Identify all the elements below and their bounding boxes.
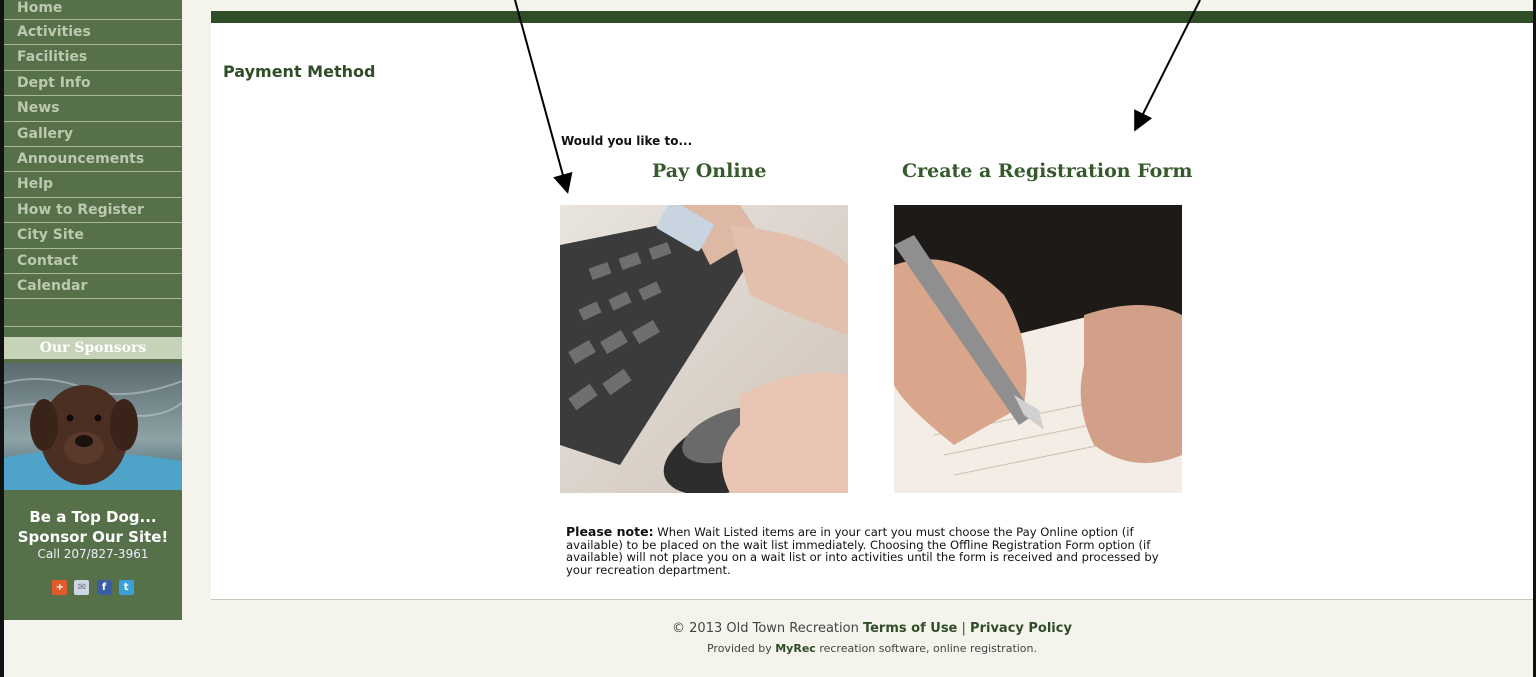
facebook-icon[interactable]: f [96,580,112,596]
twitter-icon[interactable]: t [118,580,134,596]
footer-line-2: Provided by MyRec recreation software, o… [211,642,1533,655]
sponsor-line-2: Sponsor Our Site! [17,528,169,547]
nav-item-gallery[interactable]: Gallery [4,122,182,147]
sponsor-dog-image[interactable] [4,363,182,491]
sponsor-phone: Call 207/827-3961 [37,547,149,562]
question-label: Would you like to... [561,134,693,148]
myrec-link[interactable]: MyRec [775,642,816,655]
terms-of-use-link[interactable]: Terms of Use [863,621,957,636]
pay-online-link[interactable]: Pay Online [652,160,766,182]
registration-form-image[interactable] [894,205,1182,493]
nav-item-home[interactable]: Home [4,0,182,20]
sidebar: Home Activities Facilities Dept Info New… [4,0,182,620]
nav-item-news[interactable]: News [4,96,182,122]
nav-item-how-to-register[interactable]: How to Register [4,198,182,224]
privacy-policy-link[interactable]: Privacy Policy [970,621,1072,636]
sponsor-callout: Be a Top Dog... Sponsor Our Site! Call 2… [4,507,182,561]
pay-online-image[interactable] [560,205,848,493]
add-icon[interactable]: + [52,580,68,596]
nav-item-city-site[interactable]: City Site [4,223,182,249]
footer-line-1: © 2013 Old Town Recreation Terms of Use … [211,620,1533,638]
nav-divider [4,299,182,328]
note-text: When Wait Listed items are in your cart … [566,525,1159,577]
sponsor-line-1: Be a Top Dog... [29,508,157,527]
nav-item-activities[interactable]: Activities [4,20,182,46]
nav-item-contact[interactable]: Contact [4,249,182,274]
wait-list-note: Please note: When Wait Listed items are … [566,525,1186,577]
mail-icon[interactable]: ✉ [74,580,90,596]
sponsors-heading: Our Sponsors [4,337,182,360]
footer-separator: | [961,621,966,636]
provided-suffix-text: recreation software, online registration… [819,642,1038,655]
nav-item-calendar[interactable]: Calendar [4,274,182,300]
nav-item-announcements[interactable]: Announcements [4,147,182,173]
page-title: Payment Method [223,62,376,81]
provided-by-text: Provided by [706,642,772,655]
header-bar [211,11,1533,23]
nav-item-help[interactable]: Help [4,172,182,198]
create-registration-form-link[interactable]: Create a Registration Form [902,160,1192,182]
main-content: Payment Method Would you like to... Pay … [211,11,1533,600]
social-share-bar: + ✉ f t [4,577,182,596]
nav-item-dept-info[interactable]: Dept Info [4,71,182,97]
nav-item-facilities[interactable]: Facilities [4,45,182,71]
copyright-text: © 2013 Old Town Recreation [672,621,859,636]
footer: © 2013 Old Town Recreation Terms of Use … [211,620,1533,655]
sidebar-nav: Home Activities Facilities Dept Info New… [4,0,182,300]
